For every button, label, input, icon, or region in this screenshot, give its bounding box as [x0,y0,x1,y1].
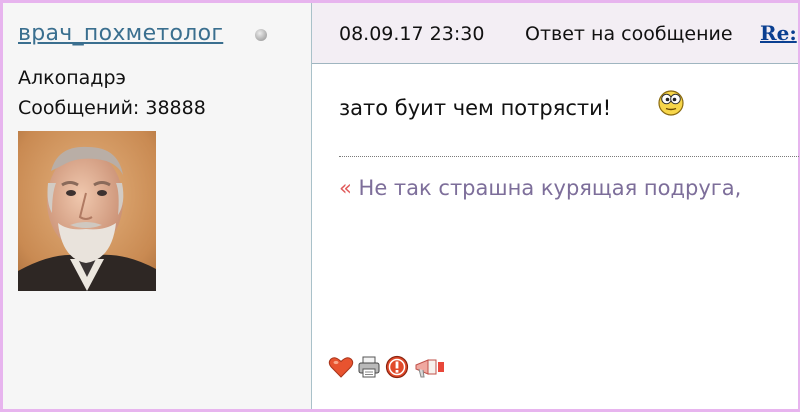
signature-line: « Не так страшна курящая подруга, [339,176,741,200]
warning-icon[interactable] [384,354,410,380]
signature-text: Не так страшна курящая подруга, [358,176,742,200]
message-count: Сообщений: 38888 [18,97,206,119]
avatar[interactable] [18,131,156,291]
post-body: зато буит чем потрясти! « Не так страшна… [312,64,799,409]
printer-icon[interactable] [356,354,382,380]
user-sidebar: врач_похметолог Алкопадрэ Сообщений: 388… [3,3,312,409]
user-rank: Алкопадрэ [18,67,126,89]
signature-arrow: « [339,176,352,200]
megaphone-icon[interactable] [412,354,446,380]
status-offline-icon [255,29,267,41]
signature-separator [339,156,799,157]
reply-label: Ответ на сообщение [525,23,733,45]
reply-to-link[interactable]: Re: [760,21,797,45]
eyes-smiley-icon [658,90,684,116]
heart-icon[interactable] [328,354,354,380]
username-link[interactable]: врач_похметолог [18,21,223,46]
message-text: зато буит чем потрясти! [339,96,612,120]
post-date: 08.09.17 23:30 [339,23,485,45]
post-header: 08.09.17 23:30 Ответ на сообщение Re: [312,3,798,64]
